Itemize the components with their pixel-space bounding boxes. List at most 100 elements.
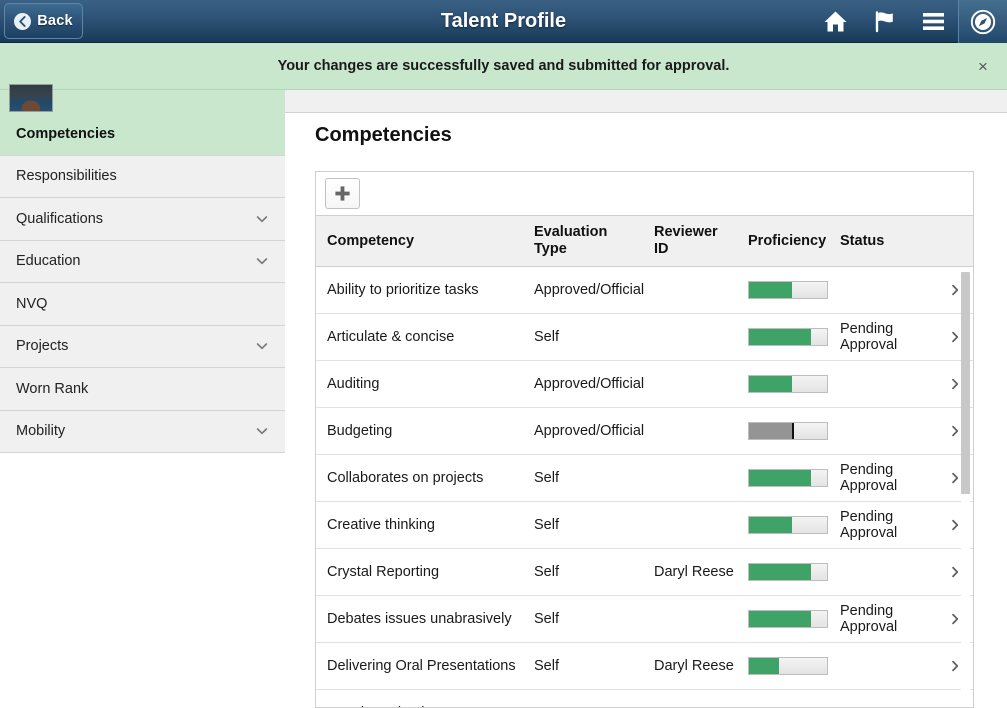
proficiency-bar-fill [749, 423, 792, 439]
flag-icon[interactable] [860, 0, 909, 43]
chevron-right-icon[interactable] [948, 330, 962, 344]
proficiency-bar-fill [749, 470, 812, 486]
table-row[interactable]: Debates issues unabrasively Self Pending A… [316, 596, 973, 643]
competencies-table-body: Ability to prioritize tasks Approved/Offi… [316, 267, 973, 707]
sidebar-item-mobility[interactable]: Mobility [0, 410, 285, 453]
back-button-label: Back [37, 13, 73, 29]
cell-status: Pending Approval [840, 603, 898, 635]
compass-icon[interactable] [958, 0, 1007, 43]
proficiency-bar [748, 657, 828, 675]
table-row[interactable]: Auditing Approved/Official [316, 361, 973, 408]
cell-proficiency [748, 281, 828, 299]
sidebar-item-label: Mobility [16, 423, 66, 440]
proficiency-bar-fill [749, 282, 792, 298]
table-row[interactable]: Develop & implement [316, 690, 973, 707]
cell-reviewer-id: Daryl Reese [654, 564, 734, 580]
cell-competency: Articulate & concise [327, 329, 455, 345]
cell-proficiency [748, 469, 828, 487]
cell-status: Pending Approval [840, 321, 898, 353]
home-icon[interactable] [811, 0, 860, 43]
cell-evaluation-type: Self [534, 470, 559, 486]
chevron-right-icon[interactable] [948, 424, 962, 438]
sidebar-empty-area [0, 453, 285, 706]
cell-competency: Creative thinking [327, 517, 435, 533]
cell-competency: Collaborates on projects [327, 470, 484, 486]
sidebar-item-nvq[interactable]: NVQ [0, 283, 285, 326]
proficiency-bar [748, 281, 828, 299]
add-competency-button[interactable] [325, 178, 360, 209]
app-header: Back Talent Profile [0, 0, 1007, 43]
avatar[interactable] [9, 84, 53, 112]
chevron-right-icon[interactable] [948, 377, 962, 391]
sidebar-item-label: Competencies [16, 125, 116, 142]
panel-toolbar [316, 172, 973, 216]
chevron-left-icon [14, 12, 32, 30]
profile-strip [0, 84, 1007, 113]
sidebar-item-label: Projects [16, 338, 69, 355]
cell-competency: Debates issues unabrasively [327, 611, 512, 627]
chevron-right-icon[interactable] [948, 612, 962, 626]
sidebar-item-label: NVQ [16, 295, 48, 312]
cell-competency: Crystal Reporting [327, 564, 440, 580]
chevron-right-icon[interactable] [948, 518, 962, 532]
cell-evaluation-type: Self [534, 658, 559, 674]
table-row[interactable]: Crystal Reporting Self Daryl Reese [316, 549, 973, 596]
table-row[interactable]: Ability to prioritize tasks Approved/Offi… [316, 267, 973, 314]
sidebar-navigation: Competencies Responsibilities Qualificat… [0, 113, 285, 706]
cell-proficiency [748, 328, 828, 346]
sidebar-item-education[interactable]: Education [0, 240, 285, 283]
cell-competency: Develop & implement [327, 705, 527, 707]
chevron-down-icon [255, 339, 269, 353]
cell-evaluation-type: Approved/Official [534, 423, 645, 439]
sidebar-item-worn-rank[interactable]: Worn Rank [0, 368, 285, 411]
table-row[interactable]: Collaborates on projects Self Pending Appr… [316, 455, 973, 502]
sidebar-item-label: Education [16, 253, 81, 270]
table-row[interactable]: Creative thinking Self Pending Approval [316, 502, 973, 549]
sidebar-item-label: Responsibilities [16, 168, 117, 185]
chevron-right-icon[interactable] [948, 659, 962, 673]
plus-icon [335, 186, 350, 201]
table-row[interactable]: Delivering Oral Presentations Self Daryl R… [316, 643, 973, 690]
success-notification-bar: Your changes are successfully saved and … [0, 43, 1007, 90]
proficiency-bar [748, 375, 828, 393]
competencies-panel: Competency Evaluation Type Reviewer ID P… [315, 171, 974, 708]
main-content: Competencies Competency Evaluation Type … [286, 113, 1007, 708]
sidebar-item-competencies[interactable]: Competencies [0, 113, 285, 156]
column-header-proficiency: Proficiency [748, 233, 827, 249]
proficiency-bar [748, 516, 828, 534]
table-row[interactable]: Articulate & concise Self Pending Approval [316, 314, 973, 361]
cell-competency: Budgeting [327, 423, 393, 439]
proficiency-target-marker [791, 423, 794, 439]
cell-evaluation-type: Self [534, 564, 559, 580]
column-header-evaluation-type: Evaluation Type [534, 224, 608, 257]
sidebar-item-label: Worn Rank [16, 380, 89, 397]
cell-evaluation-type: Approved/Official [534, 282, 645, 298]
back-button[interactable]: Back [4, 3, 83, 39]
cell-proficiency [748, 563, 828, 581]
chevron-down-icon [255, 212, 269, 226]
table-scrollbar-thumb[interactable] [961, 272, 970, 494]
sidebar-item-projects[interactable]: Projects [0, 325, 285, 368]
proficiency-bar-fill [749, 611, 812, 627]
proficiency-bar [748, 610, 828, 628]
sidebar-item-qualifications[interactable]: Qualifications [0, 198, 285, 241]
cell-proficiency [748, 516, 828, 534]
proficiency-bar-fill [749, 564, 812, 580]
close-icon[interactable]: × [971, 56, 995, 78]
cell-evaluation-type: Self [534, 329, 559, 345]
cell-evaluation-type: Self [534, 611, 559, 627]
page-title: Competencies [315, 124, 452, 146]
cell-evaluation-type: Approved/Official [534, 376, 645, 392]
proficiency-bar-fill [749, 329, 812, 345]
table-row[interactable]: Budgeting Approved/Official [316, 408, 973, 455]
chevron-right-icon[interactable] [948, 283, 962, 297]
menu-icon[interactable] [909, 0, 958, 43]
chevron-right-icon[interactable] [948, 565, 962, 579]
cell-competency: Delivering Oral Presentations [327, 658, 516, 674]
sidebar-item-responsibilities[interactable]: Responsibilities [0, 155, 285, 198]
table-header-row: Competency Evaluation Type Reviewer ID P… [316, 216, 973, 267]
chevron-down-icon [255, 424, 269, 438]
avatar-photo [10, 85, 52, 111]
sidebar-item-label: Qualifications [16, 210, 104, 227]
chevron-right-icon[interactable] [948, 471, 962, 485]
